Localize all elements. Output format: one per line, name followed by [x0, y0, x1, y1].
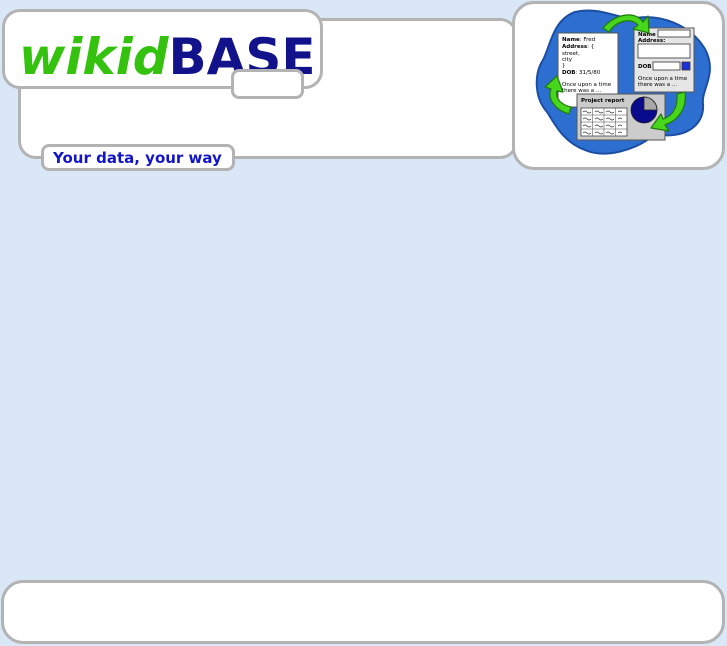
hero-illustration: Name: Fred Address: { street, city } DOB… — [512, 1, 725, 170]
left-address-label: Address — [562, 44, 588, 50]
left-story-line2: there was a ... — [562, 88, 601, 94]
left-address-value: : { — [587, 44, 594, 50]
left-close-brace: } — [562, 63, 566, 69]
header-tab — [231, 69, 304, 99]
right-dob-button — [681, 61, 691, 71]
right-dob-label: DOB — [638, 64, 651, 70]
svg-text:Name: Fred: Name: Fred — [562, 37, 595, 43]
left-name-value: : Fred — [580, 37, 595, 43]
svg-text:DOB: 31/5/80: DOB: 31/5/80 — [562, 70, 601, 76]
tagline-box: Your data, your way — [41, 144, 235, 171]
left-name-label: Name — [562, 37, 580, 43]
right-story-line2: there was a ... — [638, 82, 677, 88]
logo-wikid-text: wikid — [19, 28, 169, 86]
illustration-svg: Name: Fred Address: { street, city } DOB… — [535, 9, 711, 155]
footer-panel — [1, 580, 725, 644]
right-name-field — [657, 29, 691, 38]
svg-text:Address: {: Address: { — [562, 44, 594, 50]
report-title: Project report — [581, 98, 625, 104]
tagline: Your data, your way — [53, 149, 222, 167]
right-dob-field — [652, 61, 681, 71]
left-dob-value: : 31/5/80 — [575, 70, 600, 76]
left-dob-label: DOB — [562, 70, 575, 76]
right-address-label: Address: — [638, 38, 665, 44]
right-address-field — [637, 43, 691, 59]
